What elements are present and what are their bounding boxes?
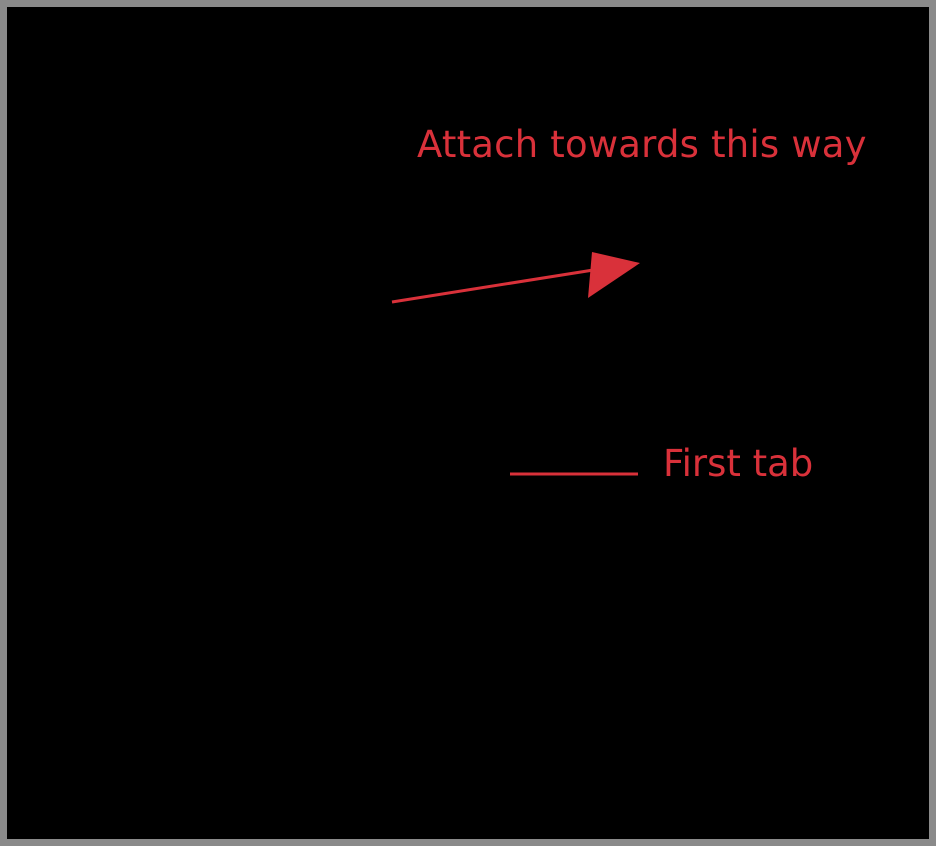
latch-base: [173, 221, 387, 297]
diagram-canvas: Attach towards this way First tab: [0, 0, 936, 846]
annotation-graphics: [391, 252, 640, 476]
latch-arm: [223, 295, 357, 307]
target-cylinder: [499, 281, 639, 397]
cylinder-end: [577, 283, 639, 389]
boot-inner-crease: [107, 455, 133, 553]
arrow-right-icon: [588, 252, 640, 298]
tab-strip: [511, 395, 557, 735]
boot-fold-line: [87, 421, 357, 457]
cylinder-left: [499, 297, 519, 397]
mounting-bracket-assembly: [35, 142, 639, 735]
latch-mechanism: [173, 142, 387, 307]
cylinder-bottom: [517, 387, 605, 397]
hanging-boot: [75, 319, 381, 553]
first-tab-label: First tab: [663, 442, 814, 485]
boot-outline: [75, 319, 381, 553]
latch-detail-4: [299, 239, 311, 281]
tab-stem: [539, 505, 555, 735]
tab-v-shape: [511, 395, 557, 507]
handle-loop: [231, 142, 308, 245]
diagram-frame: Attach towards this way First tab: [0, 0, 936, 846]
latch-detail-5: [339, 231, 353, 269]
cylinder-top: [499, 281, 599, 299]
rail-line: [35, 271, 541, 367]
attach-direction-label: Attach towards this way: [417, 123, 867, 166]
latch-detail-3: [259, 249, 271, 291]
